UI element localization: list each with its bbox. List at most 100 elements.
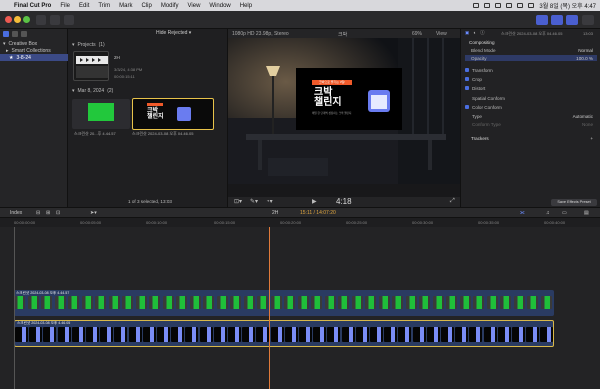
menu-view[interactable]: View (188, 3, 201, 9)
library-item[interactable]: ▾ Creative Box (3, 40, 37, 47)
color-conform-row[interactable]: Color Conform (465, 104, 597, 110)
conform-type-value[interactable]: None (582, 122, 593, 127)
filmstrip-frame (135, 296, 147, 309)
distort-checkbox[interactable] (465, 86, 469, 90)
view-menu[interactable]: View (436, 31, 447, 37)
filmstrip-frame (43, 327, 57, 342)
distort-row[interactable]: Distort (465, 85, 597, 91)
skimming-icon[interactable]: ⫘ (520, 210, 525, 216)
menu-help[interactable]: Help (240, 3, 252, 9)
filmstrip-frame (500, 296, 511, 309)
audio-icon[interactable]: ♫ (546, 210, 550, 216)
menu-file[interactable]: File (60, 3, 70, 9)
transform-checkbox[interactable] (465, 68, 469, 72)
opacity-row[interactable]: Opacity 100.0 % (465, 55, 597, 61)
index-button[interactable]: Index (10, 210, 22, 216)
status-icon[interactable] (473, 3, 480, 8)
timeline-ruler[interactable]: 00:00:00:00 00:00:05:00 00:00:10:00 00:0… (0, 218, 600, 227)
toggle-inspector-button[interactable] (566, 15, 578, 25)
photos-icon[interactable] (12, 31, 18, 37)
share-icon[interactable] (582, 15, 594, 25)
trackers-row[interactable]: Trackers + (465, 135, 597, 141)
menu-trim[interactable]: Trim (98, 3, 110, 9)
crop-checkbox[interactable] (465, 77, 469, 81)
edit-insert-icon[interactable]: ⊞ (46, 210, 50, 216)
clip-thumbnail-green[interactable] (72, 99, 130, 129)
background-tasks-icon[interactable] (64, 15, 74, 25)
viewer[interactable]: 크박으로 즐기는 3일! 크박 챌린지 매일 한 단계씩 성장하는 크박 챌린지 (228, 38, 460, 184)
timeline[interactable]: 스크린샷 2024-03-08 오후 4.44.57 스크린샷 2024-03-… (0, 227, 600, 389)
edit-connect-icon[interactable]: ⊟ (36, 210, 40, 216)
menubar-clock[interactable]: 3월 8일 (목) 오후 4:47 (539, 1, 596, 10)
search-icon[interactable] (517, 3, 524, 8)
enhance-icon[interactable]: ✎▾ (250, 198, 258, 205)
menu-mark[interactable]: Mark (119, 3, 132, 9)
disclosure-icon[interactable]: ▸ (6, 48, 9, 54)
video-inspector-icon[interactable]: ▣ (465, 30, 469, 36)
zoom-menu[interactable]: 69% (412, 31, 422, 37)
crop-row[interactable]: Crop (465, 76, 597, 82)
clip-appearance-icon[interactable]: ▤ (584, 210, 589, 216)
project-thumbnail[interactable] (73, 51, 109, 81)
filmstrip-frame (242, 327, 256, 342)
edit-append-icon[interactable]: ⊡ (56, 210, 60, 216)
event-section[interactable]: ▾ Mar 8, 2024 (2) (72, 88, 113, 94)
minimize-window-icon[interactable] (14, 16, 21, 23)
add-tracker-icon[interactable]: + (590, 136, 593, 141)
blend-mode-row[interactable]: Blend Mode Normal (465, 47, 597, 53)
event-item-selected[interactable]: ★ 3-8-24 (0, 54, 68, 61)
menu-window[interactable]: Window (209, 3, 230, 9)
zoom-window-icon[interactable] (23, 16, 30, 23)
status-icon[interactable] (484, 3, 491, 8)
save-effects-preset-button[interactable]: Save Effects Preset (551, 199, 597, 206)
info-inspector-icon[interactable]: ⓘ (480, 30, 485, 36)
hide-rejected-filter[interactable]: Hide Rejected ▾ (156, 30, 191, 36)
app-menu[interactable]: Final Cut Pro (14, 3, 51, 9)
wifi-icon[interactable] (495, 3, 502, 8)
smart-collections-item[interactable]: ▸ Smart Collections (6, 47, 51, 54)
keyword-icon[interactable] (50, 15, 60, 25)
menu-clip[interactable]: Clip (141, 3, 151, 9)
projects-section[interactable]: ▾ Projects (1) (72, 42, 105, 48)
filmstrip-frame (324, 296, 336, 309)
control-center-icon[interactable] (528, 3, 535, 8)
play-button[interactable]: ▶ (312, 198, 317, 205)
menu-modify[interactable]: Modify (161, 3, 179, 9)
transform-row[interactable]: Transform (465, 67, 597, 73)
color-conform-checkbox[interactable] (465, 105, 469, 109)
filmstrip-frame (355, 327, 369, 342)
color-inspector-icon[interactable]: ◐ (473, 30, 476, 36)
upper-clip[interactable]: 스크린샷 2024-03-08 오후 4.44.57 (14, 290, 554, 316)
fullscreen-icon[interactable]: ⤢ (450, 198, 455, 205)
clip-thumbnail-title-selected[interactable]: 크박 챌린지 (132, 98, 214, 130)
project-name[interactable]: 2H (272, 210, 278, 216)
disclosure-icon[interactable]: ▾ (72, 88, 75, 94)
select-tool-icon[interactable]: ➤▾ (90, 210, 97, 216)
filmstrip-frame (189, 296, 201, 309)
import-icon[interactable] (36, 15, 46, 25)
filmstrip-frame (270, 296, 282, 309)
type-row[interactable]: Type Automatic (465, 113, 597, 119)
opacity-value[interactable]: 100.0 % (576, 56, 593, 61)
titles-icon[interactable] (21, 31, 27, 37)
spatial-conform-row[interactable]: Spatial Conform (465, 95, 597, 101)
toggle-timeline-button[interactable] (551, 15, 563, 25)
ruler-tick: 00:00:30:00 (412, 220, 434, 225)
blend-mode-value[interactable]: Normal (578, 48, 593, 53)
primary-clip-selected[interactable]: 스크린샷 2024-03-08 오후 4.46.05 (14, 320, 554, 347)
battery-icon[interactable] (506, 3, 513, 8)
disclosure-icon[interactable]: ▾ (3, 41, 6, 47)
menu-edit[interactable]: Edit (79, 3, 89, 9)
playhead[interactable] (269, 227, 270, 389)
transform-tool-icon[interactable]: ⊡▾ (234, 198, 242, 205)
disclosure-icon[interactable]: ▾ (72, 42, 75, 48)
timecode-display[interactable]: 4:18 (336, 197, 352, 206)
conform-type-row[interactable]: Conform Type None (465, 121, 597, 127)
speed-icon[interactable]: ◔▾ (266, 198, 273, 205)
close-window-icon[interactable] (5, 16, 12, 23)
type-value[interactable]: Automatic (573, 114, 593, 119)
zoom-slider-icon[interactable]: ▭ (562, 210, 567, 216)
libraries-icon[interactable] (3, 31, 9, 37)
filmstrip-frame (365, 296, 376, 309)
toggle-browser-button[interactable] (536, 15, 548, 25)
